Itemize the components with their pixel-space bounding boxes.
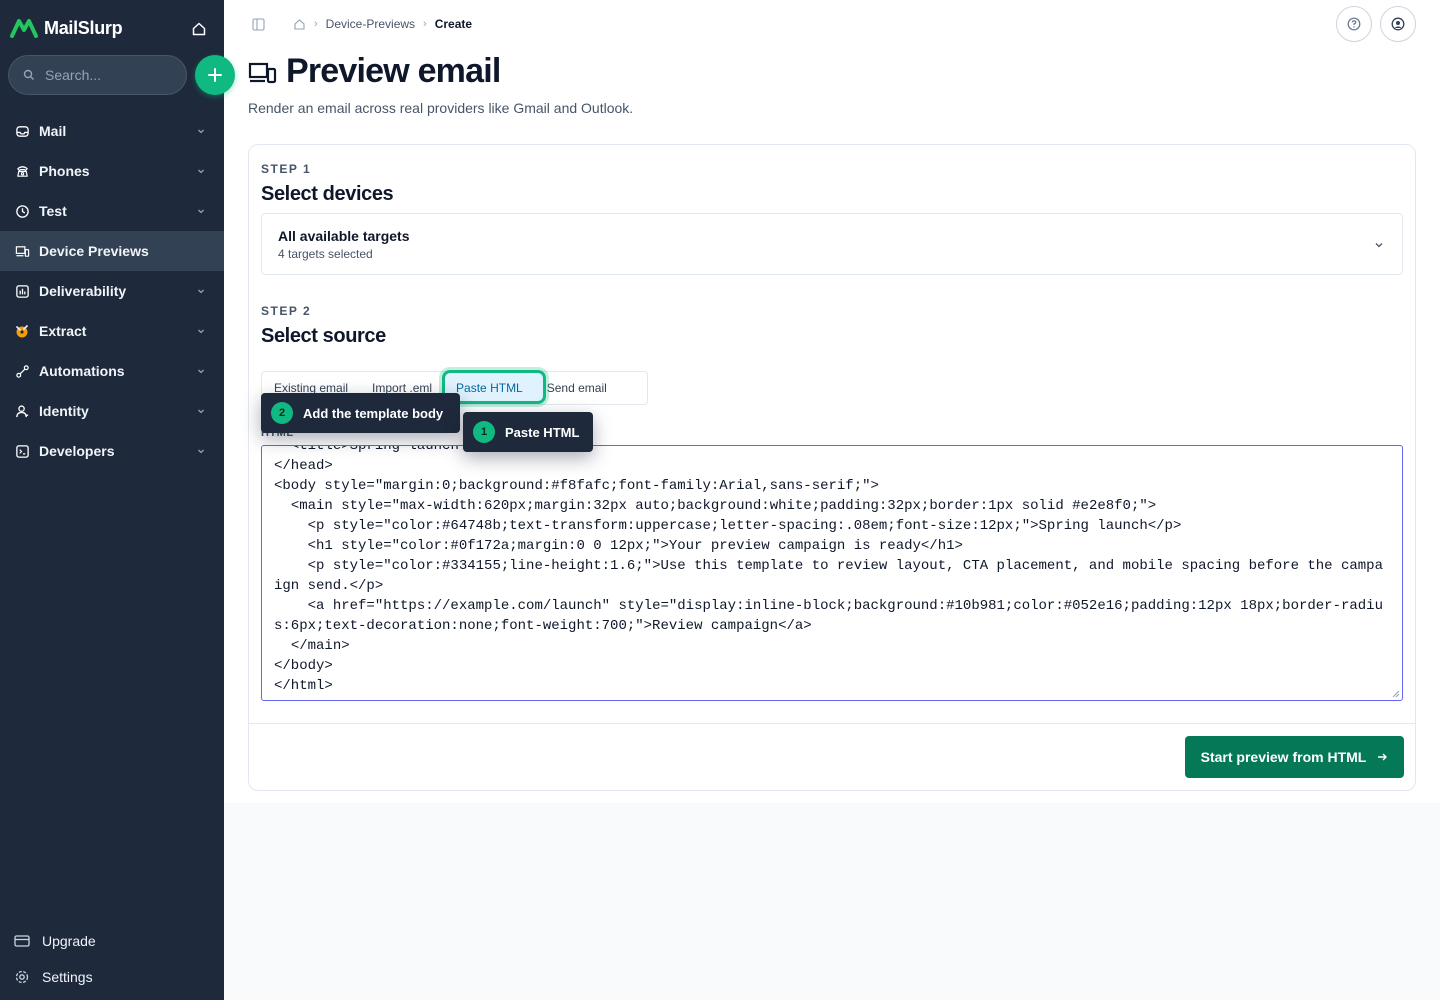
terminal-icon (14, 443, 30, 459)
clock-icon (14, 203, 30, 219)
chevron-down-icon (198, 409, 204, 414)
search-box[interactable] (8, 55, 187, 95)
tab-send-email[interactable]: Send email (535, 372, 619, 404)
tooltip-number: 1 (473, 421, 495, 443)
device-select-count: 4 targets selected (278, 247, 373, 261)
sidebar-toggle-icon[interactable] (252, 17, 265, 31)
devices-icon (14, 243, 30, 259)
sidebar-item-label: Mail (39, 123, 67, 139)
chevron-down-icon (198, 449, 204, 454)
sidebar-item-label: Identity (39, 403, 89, 419)
step-1-label: STEP 1 (261, 162, 312, 176)
home-icon[interactable] (293, 18, 306, 31)
page-subtitle: Render an email across real providers li… (248, 100, 634, 116)
brand-name: MailSlurp (44, 17, 123, 38)
sidebar-item-identity[interactable]: Identity (0, 391, 224, 431)
user-icon (14, 403, 30, 419)
tooltip-step-template-body: 2 Add the template body (261, 393, 460, 433)
help-button[interactable] (1336, 6, 1372, 42)
tab-label: Paste HTML (456, 381, 523, 395)
mailslurp-logo-icon (10, 19, 38, 38)
start-preview-label: Start preview from HTML (1200, 749, 1367, 765)
sidebar-item-label: Settings (42, 969, 93, 985)
home-button[interactable] (188, 18, 210, 40)
step-2-label: STEP 2 (261, 304, 312, 318)
sidebar-item-label: Extract (39, 323, 87, 339)
sidebar-nav: Mail Phones Test Device Previews Deliver… (0, 111, 224, 471)
page-header: Preview email (248, 52, 501, 91)
automation-icon (14, 363, 30, 379)
sidebar-item-label: Deliverability (39, 283, 127, 299)
sidebar-item-settings[interactable]: Settings (0, 959, 224, 995)
help-icon (1347, 17, 1361, 31)
extract-icon (14, 323, 30, 339)
start-preview-button[interactable]: Start preview from HTML (1185, 736, 1404, 778)
plus-icon (208, 68, 222, 82)
chart-icon (14, 283, 30, 299)
tab-label: Send email (546, 381, 607, 395)
chevron-down-icon (198, 369, 204, 374)
step-2-title: Select source (261, 325, 386, 347)
breadcrumb-current: Create (434, 17, 473, 31)
sidebar-item-deliverability[interactable]: Deliverability (0, 271, 224, 311)
gear-icon (14, 969, 30, 985)
tooltip-text: Add the template body (303, 405, 444, 421)
sidebar-item-device-previews[interactable]: Device Previews (0, 231, 224, 271)
home-icon (192, 22, 206, 36)
step-1-title: Select devices (261, 183, 394, 205)
sidebar-item-label: Upgrade (42, 933, 96, 949)
resize-handle-icon[interactable] (1392, 690, 1400, 698)
chevron-down-icon (198, 289, 204, 294)
preview-form-card: STEP 1 Select devices All available targ… (248, 144, 1416, 791)
sidebar-item-test[interactable]: Test (0, 191, 224, 231)
chevron-down-icon (198, 329, 204, 334)
sidebar-item-label: Developers (39, 443, 115, 459)
tooltip-text: Paste HTML (505, 424, 580, 440)
sidebar-item-extract[interactable]: Extract (0, 311, 224, 351)
sidebar-bottom-nav: Upgrade Settings (0, 923, 224, 995)
inbox-icon (14, 123, 30, 139)
tooltip-number: 2 (271, 402, 293, 424)
sidebar: MailSlurp Mail Phones Test Device Previe… (0, 0, 235, 1000)
page-title: Preview email (286, 52, 501, 90)
phone-icon (14, 163, 30, 179)
card-divider (249, 723, 1415, 724)
sidebar-item-label: Test (39, 203, 67, 219)
chevron-down-icon (198, 129, 204, 134)
html-textarea-content[interactable]: <title>Spring launch preview</title> </h… (274, 446, 1386, 696)
create-button[interactable] (195, 55, 235, 95)
tooltip-step-paste-html: 1 Paste HTML (463, 412, 593, 452)
chevron-down-icon (198, 209, 204, 214)
chevron-down-icon (1375, 243, 1383, 248)
device-select[interactable]: All available targets 4 targets selected (261, 213, 1403, 275)
breadcrumb-separator: › (423, 18, 427, 30)
card-icon (14, 933, 30, 949)
sidebar-item-label: Phones (39, 163, 90, 179)
sidebar-item-phones[interactable]: Phones (0, 151, 224, 191)
sidebar-item-automations[interactable]: Automations (0, 351, 224, 391)
sidebar-item-upgrade[interactable]: Upgrade (0, 923, 224, 959)
search-icon (23, 69, 34, 80)
account-icon (1391, 17, 1405, 31)
breadcrumb: › Device-Previews › Create (252, 14, 472, 34)
sidebar-item-developers[interactable]: Developers (0, 431, 224, 471)
sidebar-item-label: Device Previews (39, 243, 149, 259)
breadcrumb-section[interactable]: Device-Previews (326, 17, 415, 31)
brand[interactable]: MailSlurp (10, 14, 123, 42)
account-button[interactable] (1380, 6, 1416, 42)
sidebar-item-label: Automations (39, 363, 125, 379)
arrow-right-icon (1378, 753, 1388, 761)
devices-icon (248, 62, 277, 83)
device-select-value: All available targets (278, 228, 410, 244)
sidebar-item-mail[interactable]: Mail (0, 111, 224, 151)
chevron-down-icon (198, 169, 204, 174)
search-input[interactable] (45, 67, 175, 83)
breadcrumb-separator: › (314, 18, 318, 30)
html-textarea[interactable]: <title>Spring launch preview</title> </h… (261, 445, 1403, 701)
